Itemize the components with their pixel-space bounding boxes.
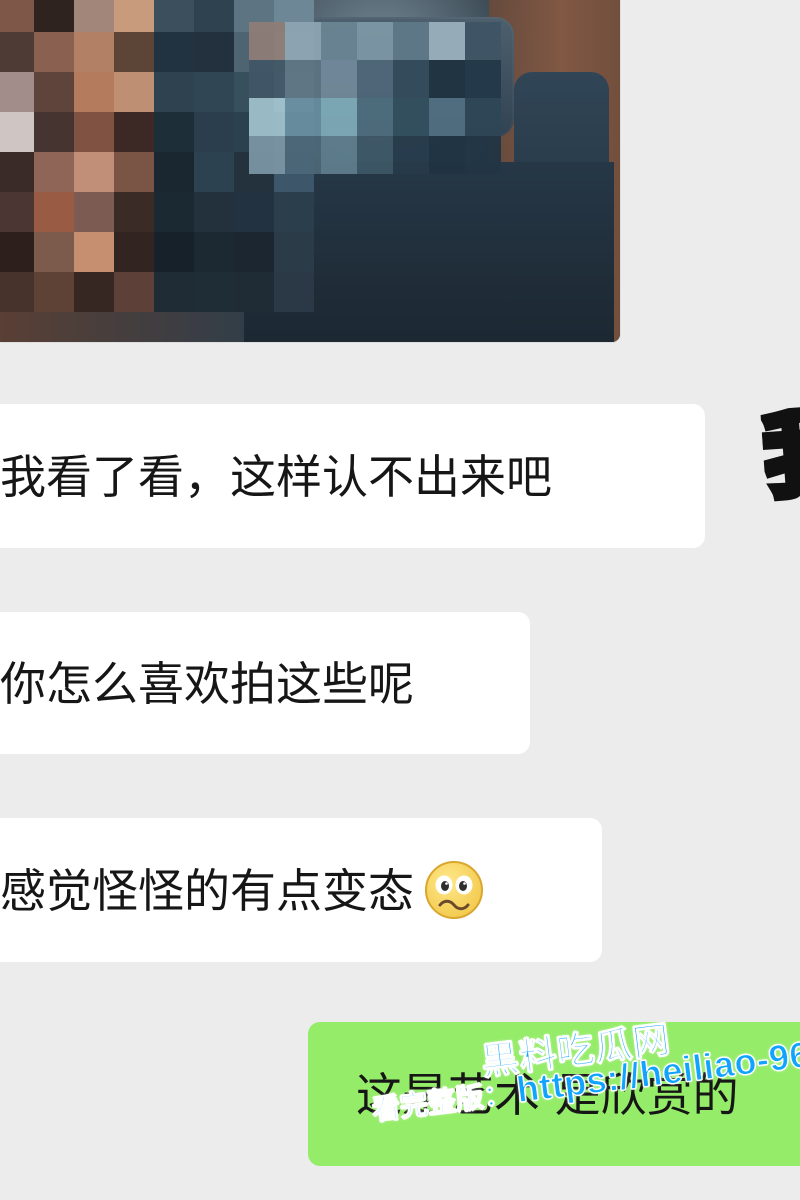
pixel-block (234, 272, 274, 312)
pixel-block (74, 272, 114, 312)
pixel-block (34, 72, 74, 112)
pixel-block (194, 272, 234, 312)
pixel-block (114, 32, 154, 72)
pixel-block (249, 60, 285, 98)
message-bubble-3[interactable]: 感觉怪怪的有点变态 (0, 818, 602, 962)
photo-message[interactable] (0, 0, 620, 342)
pixel-block (154, 272, 194, 312)
pixel-block (393, 22, 429, 60)
pixel-block (74, 112, 114, 152)
pixel-block (154, 152, 194, 192)
pixel-block (429, 22, 465, 60)
pixel-block (285, 136, 321, 174)
pixel-block (274, 232, 314, 272)
pixel-block (429, 136, 465, 174)
pixel-block (34, 272, 74, 312)
message-text-1: 我看了看，这样认不出来吧 (0, 450, 552, 504)
pixel-block (0, 272, 34, 312)
pixel-block (114, 152, 154, 192)
pixel-block (0, 72, 34, 112)
pleading-face-icon (422, 858, 486, 922)
pixel-block (321, 60, 357, 98)
pixel-block (357, 60, 393, 98)
pixel-block (34, 32, 74, 72)
pixel-block (0, 232, 34, 272)
pixel-block (194, 112, 234, 152)
pixel-block (234, 192, 274, 232)
pixel-block (154, 232, 194, 272)
pixel-block (0, 0, 34, 32)
pixel-block (34, 192, 74, 232)
pixel-block (249, 136, 285, 174)
message-bubble-1[interactable]: 我看了看，这样认不出来吧 (0, 404, 705, 548)
pixel-block (194, 232, 234, 272)
pixel-block (393, 60, 429, 98)
pixel-block (0, 192, 34, 232)
pixel-block (114, 232, 154, 272)
pixel-block (34, 112, 74, 152)
pixel-block (0, 152, 34, 192)
pixel-block (274, 192, 314, 232)
pixel-block (321, 136, 357, 174)
pixel-block (114, 72, 154, 112)
pixel-block (154, 0, 194, 32)
message-text-2: 你怎么喜欢拍这些呢 (0, 657, 414, 711)
pixel-block (234, 232, 274, 272)
pixel-block (357, 22, 393, 60)
pixel-block (74, 192, 114, 232)
pixel-block (114, 112, 154, 152)
pixel-block (34, 232, 74, 272)
pixel-block (114, 0, 154, 32)
pixel-block (249, 98, 285, 136)
message-text-4: 这是艺术 是欣赏的 (356, 1068, 739, 1122)
pixel-block (194, 0, 234, 32)
pixel-block (154, 112, 194, 152)
pixel-block (114, 272, 154, 312)
pixel-block (34, 152, 74, 192)
pixelated-area-secondary (249, 22, 504, 177)
pixel-block (194, 72, 234, 112)
chat-area: 我看了看，这样认不出来吧 你怎么喜欢拍这些呢 感觉怪怪的有点变态 这是艺术 是欣… (0, 0, 800, 1200)
pixel-block (465, 60, 501, 98)
pixel-block (0, 112, 34, 152)
pixel-block (429, 60, 465, 98)
pixel-block (393, 136, 429, 174)
pixel-block (465, 22, 501, 60)
pixel-block (357, 136, 393, 174)
pixel-block (74, 0, 114, 32)
pixel-block (194, 32, 234, 72)
pixel-block (465, 98, 501, 136)
pixel-block (74, 32, 114, 72)
side-mark: 我 (760, 406, 800, 516)
pixel-block (114, 192, 154, 232)
pixel-block (465, 136, 501, 174)
pixel-block (0, 32, 34, 72)
pixel-block (74, 152, 114, 192)
pixel-block (34, 0, 74, 32)
pixel-block (321, 22, 357, 60)
pixel-block (194, 192, 234, 232)
pixel-block (154, 192, 194, 232)
pixel-block (154, 72, 194, 112)
pixel-block (357, 98, 393, 136)
pixel-block (74, 72, 114, 112)
message-text-3: 感觉怪怪的有点变态 (0, 864, 414, 918)
message-bubble-4[interactable]: 这是艺术 是欣赏的 (308, 1022, 800, 1166)
pixel-block (154, 32, 194, 72)
pixel-block (285, 22, 321, 60)
pixel-block (249, 22, 285, 60)
pixel-block (429, 98, 465, 136)
message-bubble-2[interactable]: 你怎么喜欢拍这些呢 (0, 612, 530, 754)
pixel-block (285, 98, 321, 136)
pixel-block (321, 98, 357, 136)
pixel-block (194, 152, 234, 192)
pixel-block (393, 98, 429, 136)
pixel-block (274, 272, 314, 312)
pixel-block (74, 232, 114, 272)
pixel-block (285, 60, 321, 98)
